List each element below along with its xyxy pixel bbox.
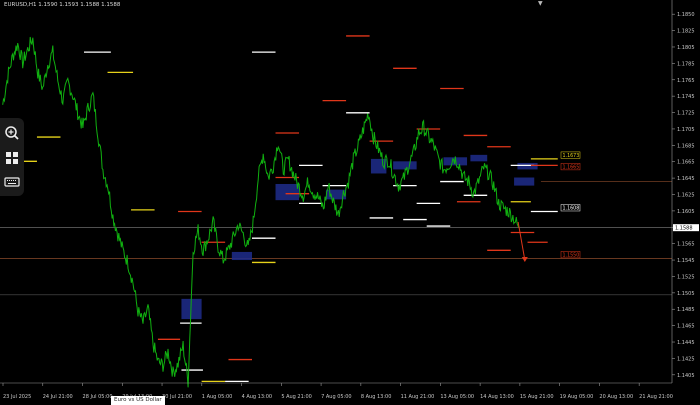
y-tick-label: 1.1785 xyxy=(677,61,695,67)
time-axis: 23 Jul 202524 Jul 21:0028 Jul 05:0029 Ju… xyxy=(2,383,673,400)
y-tick-label: 1.1685 xyxy=(677,143,695,149)
scroll-marker-icon[interactable]: ▼ xyxy=(538,0,543,7)
price-label-text: 1.1673 xyxy=(563,153,580,159)
price-series xyxy=(2,36,520,388)
x-tick-label: 19 Aug 05:00 xyxy=(560,394,594,400)
y-tick-label: 1.1485 xyxy=(677,307,695,313)
y-tick-label: 1.1665 xyxy=(677,160,695,166)
level-markers xyxy=(16,35,558,383)
x-tick-label: 1 Aug 05:00 xyxy=(202,394,233,400)
x-tick-label: 4 Aug 13:00 xyxy=(242,394,273,400)
y-tick-label: 1.1605 xyxy=(677,209,695,215)
y-tick-label: 1.1545 xyxy=(677,258,695,264)
y-tick-label: 1.1745 xyxy=(677,94,695,100)
y-tick-label: 1.1645 xyxy=(677,176,695,182)
y-tick-label: 1.1625 xyxy=(677,193,695,199)
y-tick-label: 1.1405 xyxy=(677,373,695,379)
y-tick-label: 1.1765 xyxy=(677,78,695,84)
y-tick-label: 1.1705 xyxy=(677,127,695,133)
zone-box xyxy=(231,251,252,261)
x-tick-label: 28 Jul 05:00 xyxy=(83,394,113,400)
y-tick-label: 1.1425 xyxy=(677,356,695,362)
price-chart[interactable]: 1.1850 1.1825 1.1805 1.1785 1.1765 1.1745 1.17… xyxy=(0,0,700,405)
price-axis: 1.1850 1.1825 1.1805 1.1785 1.1765 1.1745 1.17… xyxy=(0,0,695,384)
x-tick-label: 11 Aug 21:00 xyxy=(401,394,435,400)
x-tick-label: 15 Aug 21:00 xyxy=(520,394,554,400)
price-label-text: 1.1608 xyxy=(563,206,580,212)
y-tick-label: 1.1725 xyxy=(677,111,695,117)
x-tick-label: 21 Aug 21:00 xyxy=(639,394,673,400)
y-tick-label: 1.1850 xyxy=(677,12,695,18)
zone-box xyxy=(275,183,300,201)
x-tick-label: 14 Aug 13:00 xyxy=(480,394,514,400)
y-tick-label: 1.1445 xyxy=(677,340,695,346)
symbol-tooltip: Euro vs US Dollar xyxy=(111,396,165,405)
y-tick-label: 1.1525 xyxy=(677,274,695,280)
price-line xyxy=(2,36,520,388)
x-tick-label: 13 Aug 05:00 xyxy=(440,394,474,400)
price-label-text: 1.1550 xyxy=(563,253,580,259)
y-tick-label: 1.1505 xyxy=(677,291,695,297)
zone-box xyxy=(517,162,538,170)
zone-box xyxy=(514,177,535,186)
x-tick-label: 20 Aug 13:00 xyxy=(599,394,633,400)
x-tick-label: 30 Jul 21:00 xyxy=(162,394,192,400)
x-tick-label: 8 Aug 13:00 xyxy=(361,394,392,400)
x-tick-label: 23 Jul 2025 xyxy=(3,394,31,400)
y-tick-label: 1.1805 xyxy=(677,45,695,51)
x-tick-label: 24 Jul 21:00 xyxy=(43,394,73,400)
grid-icon[interactable] xyxy=(3,149,21,167)
chart-title: EURUSD,H1 1.1590 1.1593 1.1588 1.1588 xyxy=(4,2,121,8)
y-tick-label: 1.1465 xyxy=(677,324,695,330)
zone-box xyxy=(470,154,488,162)
keyboard-icon[interactable] xyxy=(3,173,21,191)
x-tick-label: 7 Aug 05:00 xyxy=(321,394,352,400)
y-tick-label: 1.1825 xyxy=(677,29,695,35)
x-tick-label: 5 Aug 21:00 xyxy=(281,394,312,400)
y-tick-label: 1.1565 xyxy=(677,242,695,248)
current-price-text: 1.1588 xyxy=(675,226,693,232)
price-label-text: 1.1665 xyxy=(563,165,580,171)
chart-toolbar xyxy=(0,118,24,196)
zoom-in-icon[interactable] xyxy=(3,124,21,142)
arrow-head xyxy=(521,257,528,263)
